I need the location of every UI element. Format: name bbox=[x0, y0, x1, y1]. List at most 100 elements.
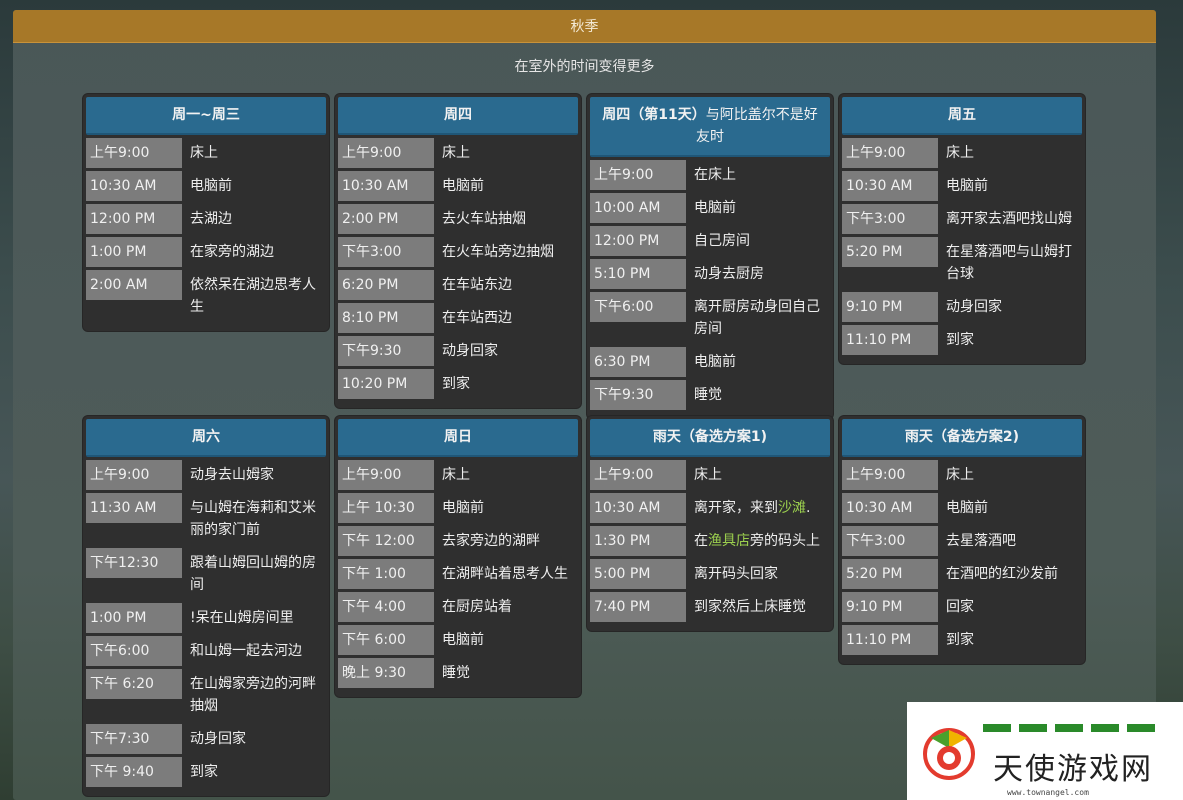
schedule-row: 10:20 PM 到家 bbox=[338, 369, 578, 399]
schedule-row: 1:00 PM !呆在山姆房间里 bbox=[86, 603, 326, 633]
watermark-url: www.townangel.com bbox=[1007, 788, 1089, 797]
activity-text: 旁的码头上 bbox=[750, 533, 820, 549]
beach-link[interactable]: 沙滩 bbox=[778, 500, 806, 516]
schedule-row: 下午6:00 和山姆一起去河边 bbox=[86, 636, 326, 666]
card-title: 周六 bbox=[86, 419, 326, 457]
activity-cell: 电脑前 bbox=[694, 354, 736, 370]
card-title: 雨天（备选方案2) bbox=[842, 419, 1082, 457]
activity-cell: 动身回家 bbox=[190, 731, 246, 747]
activity-cell: 在床上 bbox=[694, 167, 736, 183]
activity-cell: 离开家，来到沙滩. bbox=[686, 493, 830, 523]
schedule-card-thu: 周四 上午9:00 床上 10:30 AM 电脑前 2:00 PM 去火车站抽烟 下午… bbox=[335, 94, 581, 408]
activity-cell: 跟着山姆回山姆的房间 bbox=[190, 555, 316, 593]
schedule-row: 10:30 AM 电脑前 bbox=[338, 171, 578, 201]
activity-cell: 床上 bbox=[946, 467, 974, 483]
schedule-card-sun: 周日 上午9:00 床上 上午 10:30 电脑前 下午 12:00 去家旁边的湖畔 … bbox=[335, 416, 581, 697]
schedule-row: 2:00 PM 去火车站抽烟 bbox=[338, 204, 578, 234]
activity-text: 在 bbox=[694, 533, 708, 549]
schedule-card-fri: 周五 上午9:00 床上 10:30 AM 电脑前 下午3:00 离开家去酒吧找山姆 … bbox=[839, 94, 1085, 364]
time-cell: 下午 6:20 bbox=[86, 669, 182, 699]
schedule-row: 下午9:30 睡觉 bbox=[590, 380, 830, 410]
activity-cell: 在湖畔站着思考人生 bbox=[442, 566, 568, 582]
card-title-main: 周四（第11天） bbox=[602, 107, 706, 123]
activity-cell: 去星落酒吧 bbox=[946, 533, 1016, 549]
schedule-row: 上午9:00 床上 bbox=[338, 138, 578, 168]
activity-cell: 与山姆在海莉和艾米丽的家门前 bbox=[190, 500, 316, 538]
activity-cell: 睡觉 bbox=[442, 665, 470, 681]
activity-cell: 电脑前 bbox=[946, 178, 988, 194]
activity-cell: 床上 bbox=[946, 145, 974, 161]
schedule-card-rain-2: 雨天（备选方案2) 上午9:00 床上 10:30 AM 电脑前 下午3:00 去星落… bbox=[839, 416, 1085, 664]
activity-cell: 动身去厨房 bbox=[694, 266, 764, 282]
time-cell: 2:00 PM bbox=[338, 204, 434, 234]
activity-cell: 依然呆在湖边思考人生 bbox=[190, 277, 316, 315]
activity-cell: 到家 bbox=[946, 632, 974, 648]
schedule-row: 10:30 AM 电脑前 bbox=[842, 493, 1082, 523]
schedule-row: 12:00 PM 自己房间 bbox=[590, 226, 830, 256]
schedule-row: 7:40 PM 到家然后上床睡觉 bbox=[590, 592, 830, 622]
schedule-row: 5:10 PM 动身去厨房 bbox=[590, 259, 830, 289]
time-cell: 12:00 PM bbox=[590, 226, 686, 256]
schedule-card-sat: 周六 上午9:00 动身去山姆家 11:30 AM 与山姆在海莉和艾米丽的家门前 下… bbox=[83, 416, 329, 796]
time-cell: 10:30 AM bbox=[842, 171, 938, 201]
time-cell: 下午3:00 bbox=[842, 526, 938, 556]
time-cell: 下午 6:00 bbox=[338, 625, 434, 655]
time-cell: 9:10 PM bbox=[842, 592, 938, 622]
time-cell: 上午9:00 bbox=[338, 460, 434, 490]
activity-cell: 到家 bbox=[442, 376, 470, 392]
schedule-row: 下午 12:00 去家旁边的湖畔 bbox=[338, 526, 578, 556]
activity-cell: 电脑前 bbox=[946, 500, 988, 516]
activity-cell: 和山姆一起去河边 bbox=[190, 643, 302, 659]
activity-cell: 到家 bbox=[190, 764, 218, 780]
activity-cell: !呆在山姆房间里 bbox=[190, 610, 294, 626]
time-cell: 下午3:00 bbox=[338, 237, 434, 267]
schedule-row: 下午3:00 去星落酒吧 bbox=[842, 526, 1082, 556]
watermark-name: 天使游戏网 bbox=[993, 752, 1153, 787]
schedule-subtitle: 在室外的时间变得更多 bbox=[514, 59, 655, 75]
schedule-row: 6:20 PM 在车站东边 bbox=[338, 270, 578, 300]
schedule-row: 下午12:30 跟着山姆回山姆的房间 bbox=[86, 548, 326, 600]
time-cell: 11:10 PM bbox=[842, 625, 938, 655]
schedule-row: 12:00 PM 去湖边 bbox=[86, 204, 326, 234]
time-cell: 上午9:00 bbox=[86, 460, 182, 490]
activity-text: 离开家，来到 bbox=[694, 500, 778, 516]
activity-cell: 去湖边 bbox=[190, 211, 232, 227]
schedule-row: 10:30 AM 离开家，来到沙滩. bbox=[590, 493, 830, 523]
time-cell: 上午 10:30 bbox=[338, 493, 434, 523]
activity-cell: 在火车站旁边抽烟 bbox=[442, 244, 554, 260]
time-cell: 9:10 PM bbox=[842, 292, 938, 322]
schedule-row: 下午6:00 离开厨房动身回自己房间 bbox=[590, 292, 830, 344]
activity-cell: 在星落酒吧与山姆打台球 bbox=[946, 244, 1072, 282]
schedule-row: 晚上 9:30 睡觉 bbox=[338, 658, 578, 688]
time-cell: 12:00 PM bbox=[86, 204, 182, 234]
activity-cell: 床上 bbox=[442, 145, 470, 161]
time-cell: 上午9:00 bbox=[338, 138, 434, 168]
activity-cell: 到家 bbox=[946, 332, 974, 348]
activity-cell: 离开厨房动身回自己房间 bbox=[694, 299, 820, 337]
card-title: 周一~周三 bbox=[86, 97, 326, 135]
activity-cell: 到家然后上床睡觉 bbox=[694, 599, 806, 615]
schedule-row: 6:30 PM 电脑前 bbox=[590, 347, 830, 377]
activity-cell: 电脑前 bbox=[190, 178, 232, 194]
schedule-row: 上午9:00 床上 bbox=[590, 460, 830, 490]
activity-cell: 电脑前 bbox=[694, 200, 736, 216]
fish-shop-link[interactable]: 渔具店 bbox=[708, 533, 750, 549]
time-cell: 下午9:30 bbox=[590, 380, 686, 410]
site-watermark: 天使游戏网 www.townangel.com bbox=[907, 702, 1183, 800]
time-cell: 下午 1:00 bbox=[338, 559, 434, 589]
season-title: 秋季 bbox=[570, 19, 599, 35]
time-cell: 10:00 AM bbox=[590, 193, 686, 223]
schedule-row: 上午9:00 在床上 bbox=[590, 160, 830, 190]
schedule-row: 上午9:00 床上 bbox=[842, 138, 1082, 168]
activity-cell: 去家旁边的湖畔 bbox=[442, 533, 540, 549]
time-cell: 10:30 AM bbox=[590, 493, 686, 523]
activity-cell: 睡觉 bbox=[694, 387, 722, 403]
activity-cell: 在酒吧的红沙发前 bbox=[946, 566, 1058, 582]
activity-cell: 动身回家 bbox=[946, 299, 1002, 315]
card-title-note: 与阿比盖尔不是好友时 bbox=[696, 107, 818, 145]
schedule-row: 9:10 PM 动身回家 bbox=[842, 292, 1082, 322]
schedule-row: 下午 1:00 在湖畔站着思考人生 bbox=[338, 559, 578, 589]
time-cell: 下午12:30 bbox=[86, 548, 182, 578]
schedule-row: 11:10 PM 到家 bbox=[842, 325, 1082, 355]
time-cell: 1:00 PM bbox=[86, 603, 182, 633]
